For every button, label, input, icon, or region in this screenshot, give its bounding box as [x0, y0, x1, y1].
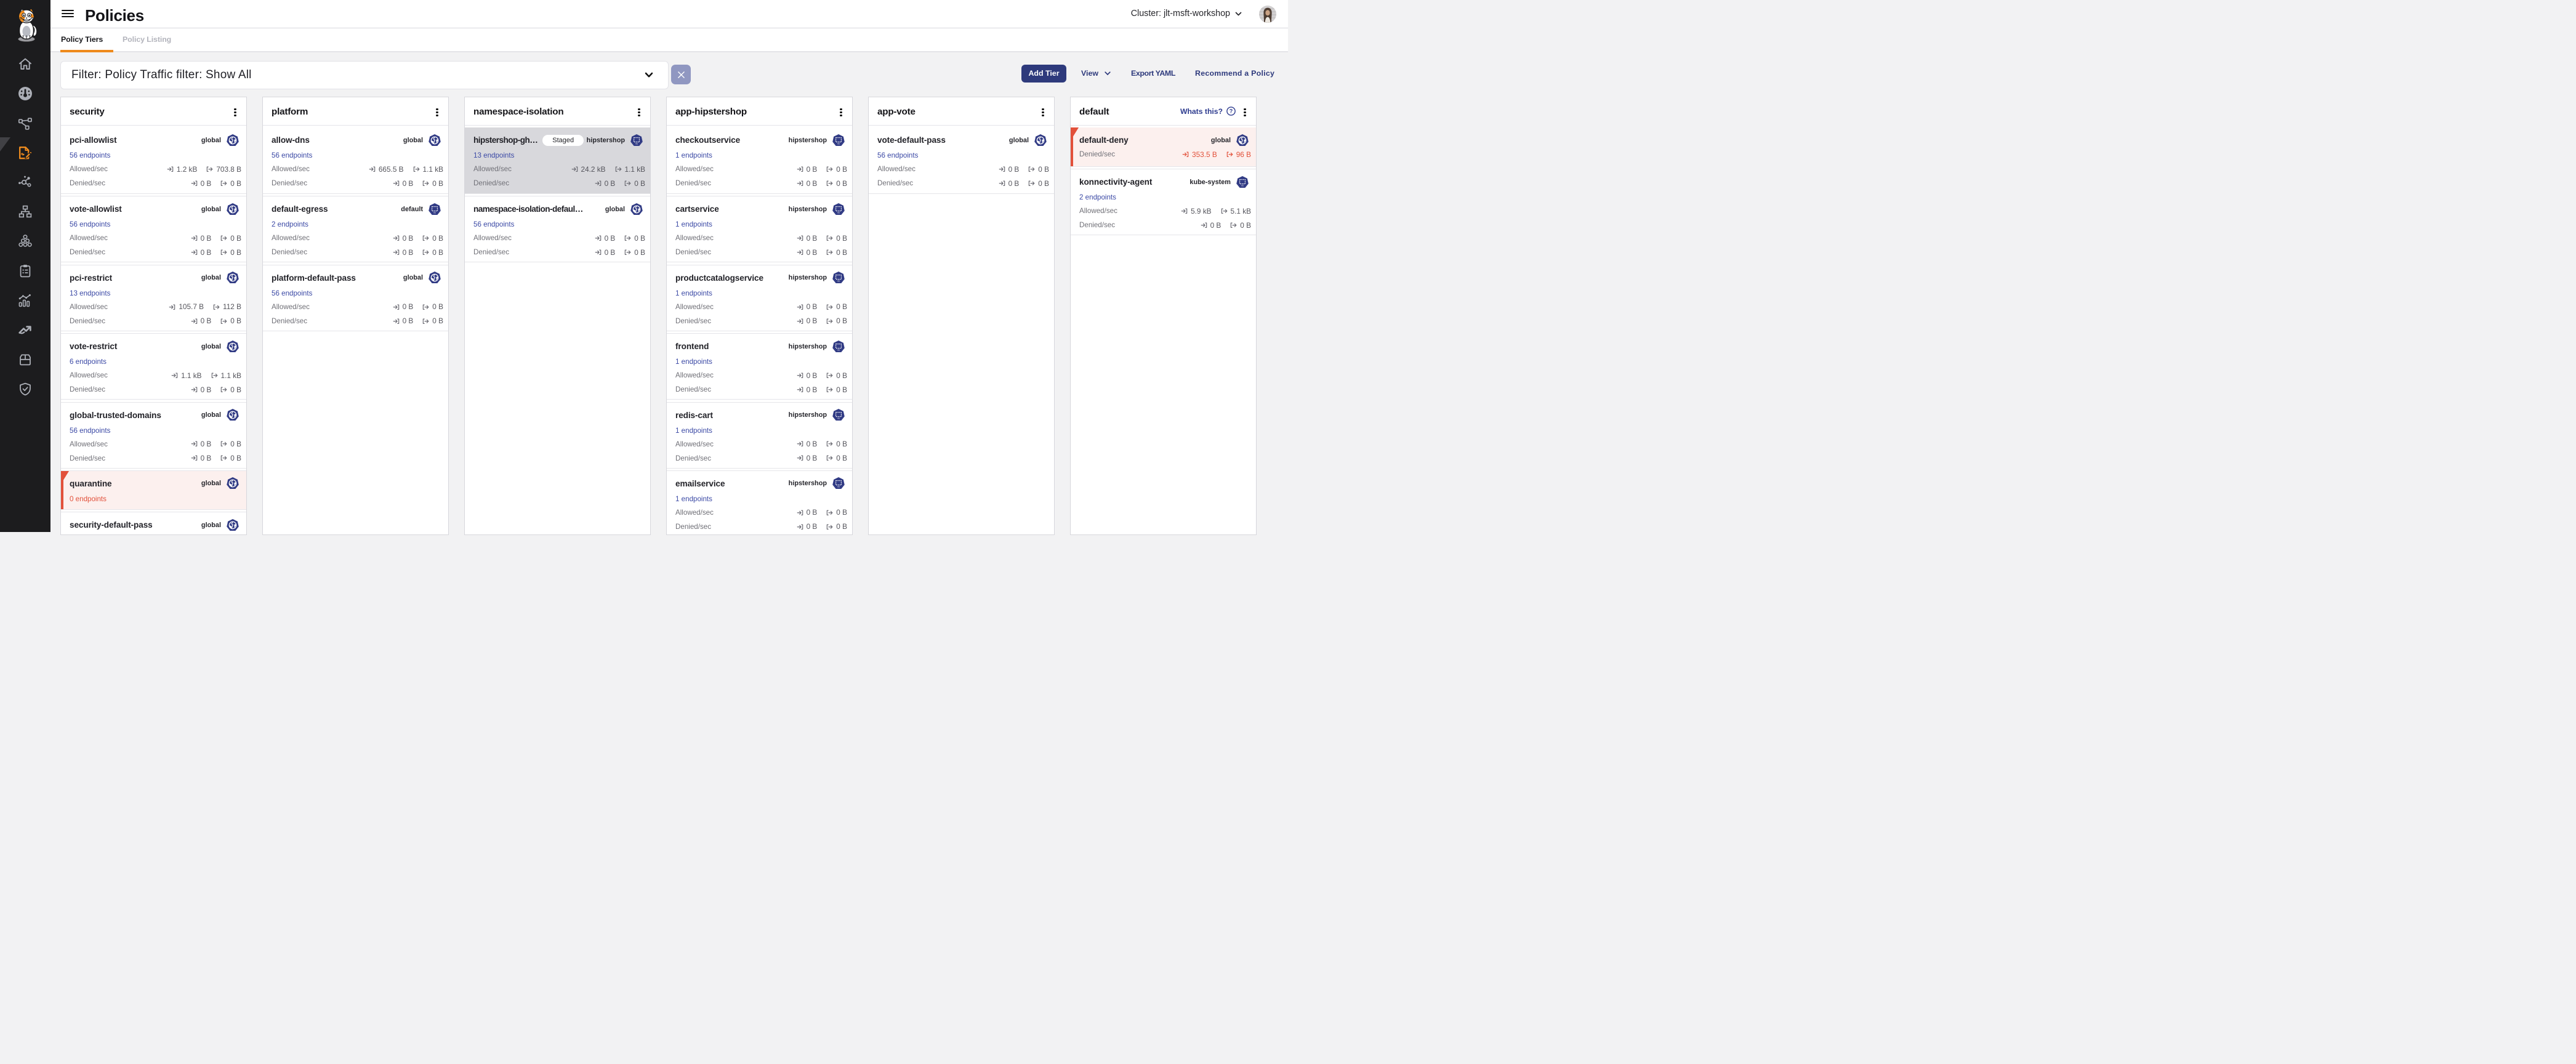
svg-text:?: ? — [1230, 108, 1233, 115]
svg-text:ns: ns — [837, 211, 840, 214]
svg-text:ns: ns — [837, 142, 840, 145]
svg-text:ns: ns — [837, 486, 840, 488]
svg-text:ns: ns — [433, 211, 436, 214]
svg-text:ns: ns — [837, 349, 840, 351]
svg-text:ns: ns — [837, 280, 840, 283]
svg-text:ns: ns — [635, 142, 638, 145]
svg-text:ns: ns — [837, 417, 840, 420]
svg-text:ns: ns — [1241, 184, 1244, 187]
